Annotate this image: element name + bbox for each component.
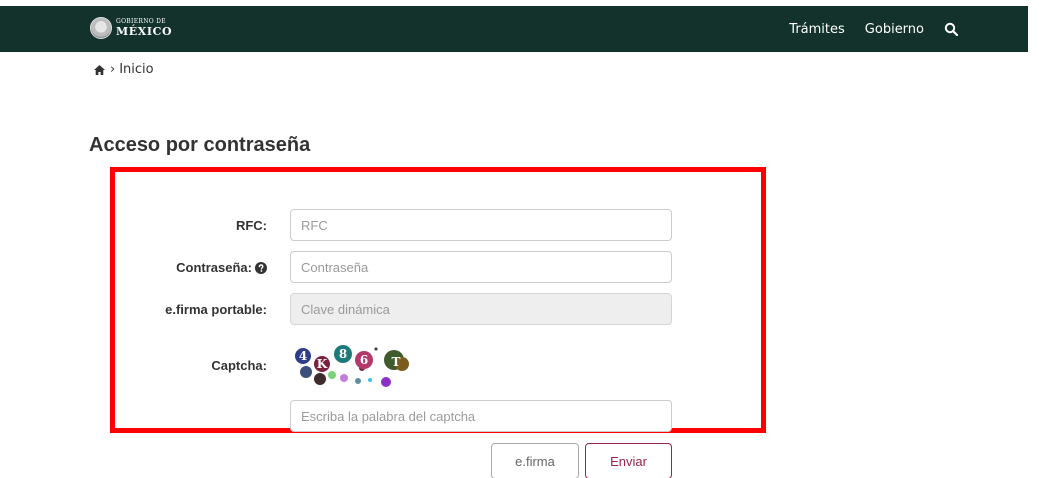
captcha-glyph-1: 4	[299, 349, 307, 363]
dynamic-key-input	[290, 293, 672, 325]
rfc-label: RFC:	[236, 218, 267, 233]
captcha-input[interactable]	[290, 400, 672, 432]
password-input[interactable]	[290, 251, 672, 283]
gobierno-de-mexico-logo[interactable]: GOBIERNO DE MÉXICO	[90, 17, 172, 39]
search-icon[interactable]	[944, 22, 958, 36]
nav-link-gobierno[interactable]: Gobierno	[865, 22, 924, 37]
captcha-image: 4 K 8 6 T	[290, 342, 420, 390]
captcha-label: Captcha:	[211, 358, 267, 373]
nav-link-tramites[interactable]: Trámites	[789, 22, 845, 37]
captcha-glyph-4: 6	[360, 353, 368, 367]
rfc-input[interactable]	[290, 209, 672, 241]
breadcrumb: › Inicio	[93, 62, 154, 77]
nav-links: Trámites Gobierno	[789, 6, 958, 52]
page-title: Acceso por contraseña	[89, 134, 311, 156]
top-navbar: GOBIERNO DE MÉXICO Trámites Gobierno	[0, 6, 1028, 52]
rfc-label-text: RFC:	[235, 218, 267, 233]
efirma-portable-label: e.firma portable:	[165, 302, 267, 317]
password-label: Contraseña:	[176, 260, 267, 275]
captcha-glyph-3: 8	[339, 347, 347, 361]
captcha-glyph-5: T	[392, 355, 401, 369]
government-seal-icon	[90, 17, 112, 39]
efirma-button[interactable]: e.firma	[491, 443, 579, 478]
home-icon[interactable]	[93, 64, 106, 76]
captcha-label-text: Captcha:	[211, 358, 267, 373]
brand-big-text: MÉXICO	[116, 25, 173, 38]
password-label-text: Contraseña:	[176, 260, 252, 275]
breadcrumb-inicio-link[interactable]: Inicio	[119, 62, 153, 77]
enviar-button[interactable]: Enviar	[585, 443, 672, 478]
efirma-portable-label-text: e.firma portable:	[165, 302, 267, 317]
captcha-glyph-2: K	[317, 357, 328, 371]
brand-text: GOBIERNO DE MÉXICO	[116, 19, 173, 38]
question-circle-icon[interactable]	[255, 261, 267, 274]
breadcrumb-separator: ›	[110, 62, 116, 77]
